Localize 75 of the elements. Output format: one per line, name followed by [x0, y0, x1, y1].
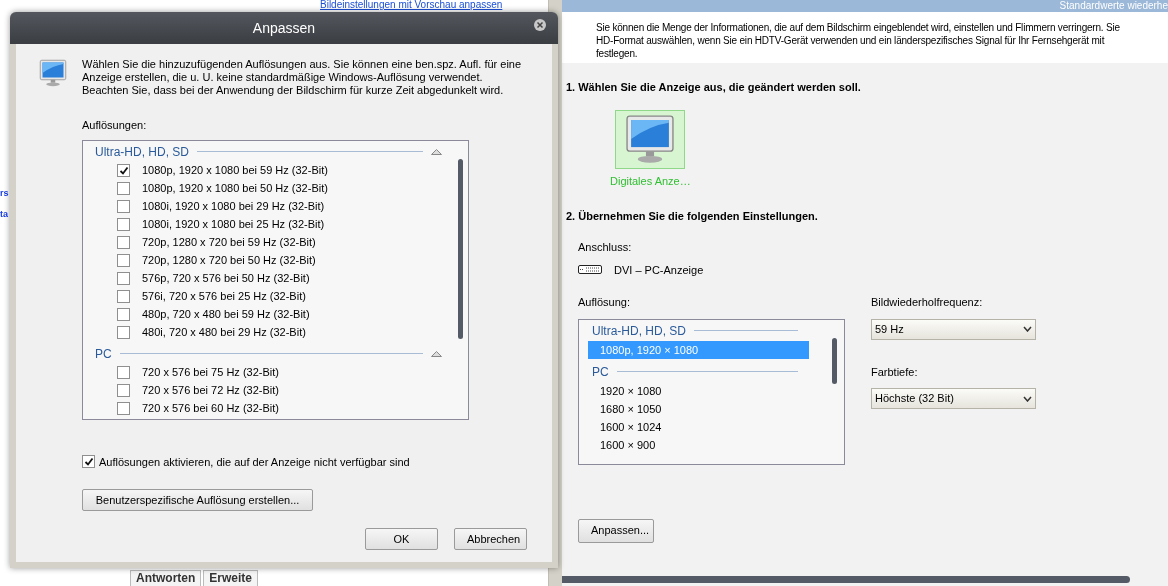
- field-label: Anschluss:: [578, 240, 633, 255]
- resolution-option: 720 x 576 bei 72 Hz (32-Bit): [142, 382, 279, 399]
- resolution-option: 480i, 720 x 480 bei 29 Hz (32-Bit): [142, 324, 306, 341]
- checkbox[interactable]: [117, 402, 130, 415]
- intro-text: Sie können die Menge der Informationen, die auf dem Bildschirm eingeblendet wird, einstellen und Flimmern verringern. Sie: [596, 21, 1121, 34]
- connector-icon: [578, 265, 602, 275]
- depth-select[interactable]: Höchste (32 Bit): [871, 388, 1036, 409]
- checkbox[interactable]: [117, 164, 130, 177]
- intro-text: HD-Format auswählen, wenn Sie ein HDTV-Gerät verwenden und ein länderspezifisches Signal für Ihr Fernsehgerät mit: [596, 34, 1106, 47]
- checkmark-icon: [83, 456, 94, 467]
- caret-icon: [1023, 326, 1032, 332]
- checkbox[interactable]: [117, 326, 130, 339]
- scrollbar-thumb[interactable]: [562, 575, 1130, 583]
- customize-button[interactable]: Anpassen...: [578, 518, 654, 543]
- group-title: Ultra-HD, HD, SD: [95, 143, 189, 161]
- intro-text: festlegen.: [596, 47, 639, 60]
- dialog-button[interactable]: OK: [365, 528, 438, 550]
- checkbox[interactable]: [117, 272, 130, 285]
- checkbox[interactable]: [117, 308, 130, 321]
- description-text: Wählen Sie die hinzuzufügenden Auflösungen aus. Sie können eine ben.spz. Aufl. für eine Anzeige erstellen, die u. U. keine standardmäßige Windows-Auflösung verwendet. Beachten Sie, dass bei der Anwendung der Bildschirm für kurze Zeit abgedunkelt wird.: [82, 57, 523, 97]
- resolution-item[interactable]: 1600 × 1024: [588, 417, 809, 436]
- resolutions-list[interactable]: [82, 139, 469, 420]
- refresh-select[interactable]: 59 Hz: [871, 318, 1036, 340]
- resolution-option: 480p, 720 x 480 bei 59 Hz (32-Bit): [142, 306, 310, 323]
- resolution-option: 720 x 576 bei 60 Hz (32-Bit): [142, 400, 279, 417]
- display-tile[interactable]: [615, 109, 686, 169]
- field-label: Farbtiefe:: [871, 364, 919, 380]
- group-title: Ultra-HD, HD, SD: [592, 322, 686, 340]
- link-fragment[interactable]: rs: [0, 188, 10, 199]
- create-custom-button[interactable]: Benutzerspezifische Auflösung erstellen...: [82, 489, 313, 511]
- resolution-option: 720 x 576 bei 75 Hz (32-Bit): [142, 364, 279, 381]
- tab[interactable]: Erweite: [203, 570, 258, 586]
- checkbox[interactable]: [117, 290, 130, 303]
- resolution-option: 1080p, 1920 x 1080 bei 50 Hz (32-Bit): [142, 180, 328, 197]
- resolution-option: 720p, 1280 x 720 bei 50 Hz (32-Bit): [142, 252, 316, 269]
- resolution-option: 720p, 1280 x 720 bei 59 Hz (32-Bit): [142, 234, 316, 251]
- resolution-item[interactable]: 1680 × 1050: [588, 399, 809, 418]
- collapse-icon[interactable]: [431, 148, 442, 155]
- resolution-option: 576i, 720 x 576 bei 25 Hz (32-Bit): [142, 288, 306, 305]
- step-heading: 2. Übernehmen Sie die folgenden Einstellungen.: [566, 208, 819, 224]
- group-title: PC: [592, 363, 609, 381]
- checkbox[interactable]: [117, 384, 130, 397]
- resolution-option: 1080i, 1920 x 1080 bei 29 Hz (32-Bit): [142, 198, 325, 215]
- resolution-item[interactable]: 1920 × 1080: [588, 381, 809, 400]
- resolution-list[interactable]: Ultra-HD, HD, SD 1080p, 1920 × 1080 PC 1920 × 1080 1680 × 1050 1600 × 1024 1600 × 900: [578, 318, 845, 465]
- scrollbar-thumb[interactable]: [458, 158, 463, 339]
- checkbox[interactable]: [82, 455, 95, 469]
- field-label: Auflösungen:: [82, 118, 148, 133]
- field-label: Auflösung:: [578, 295, 631, 310]
- checkmark-icon: [118, 165, 129, 176]
- display-label: Digitales Anze…: [610, 173, 691, 189]
- resolution-item[interactable]: 1600 × 900: [588, 435, 809, 454]
- group-title: PC: [95, 345, 112, 363]
- checkbox[interactable]: [117, 200, 130, 213]
- checkbox[interactable]: [117, 254, 130, 267]
- close-icon[interactable]: [534, 19, 546, 31]
- checkbox-label: Auflösungen aktivieren, die auf der Anzeige nicht verfügbar sind: [99, 454, 410, 470]
- top-link[interactable]: Bildeinstellungen mit Vorschau anpassen: [320, 0, 503, 10]
- checkbox[interactable]: [117, 182, 130, 195]
- resolution-option: 576p, 720 x 576 bei 50 Hz (32-Bit): [142, 270, 310, 287]
- checkbox[interactable]: [117, 218, 130, 231]
- field-label: Bildwiederholfrequenz:: [871, 295, 984, 310]
- resolution-option: 1080p, 1920 x 1080 bei 59 Hz (32-Bit): [142, 162, 328, 179]
- dialog-button[interactable]: Abbrechen: [454, 528, 527, 550]
- collapse-icon[interactable]: [431, 350, 442, 357]
- scrollbar-thumb[interactable]: [832, 337, 837, 384]
- tab[interactable]: Antworten: [130, 570, 202, 586]
- connection-value: DVI – PC-Anzeige: [614, 262, 704, 278]
- link-fragment[interactable]: ta: [0, 209, 10, 220]
- resolution-option: 1080i, 1920 x 1080 bei 25 Hz (32-Bit): [142, 216, 325, 233]
- window-title: Anpassen: [252, 18, 316, 38]
- checkbox[interactable]: [117, 366, 130, 379]
- caret-icon: [1023, 395, 1032, 402]
- checkbox[interactable]: [117, 236, 130, 249]
- step-heading: 1. Wählen Sie die Anzeige aus, die geändert werden soll.: [566, 80, 862, 95]
